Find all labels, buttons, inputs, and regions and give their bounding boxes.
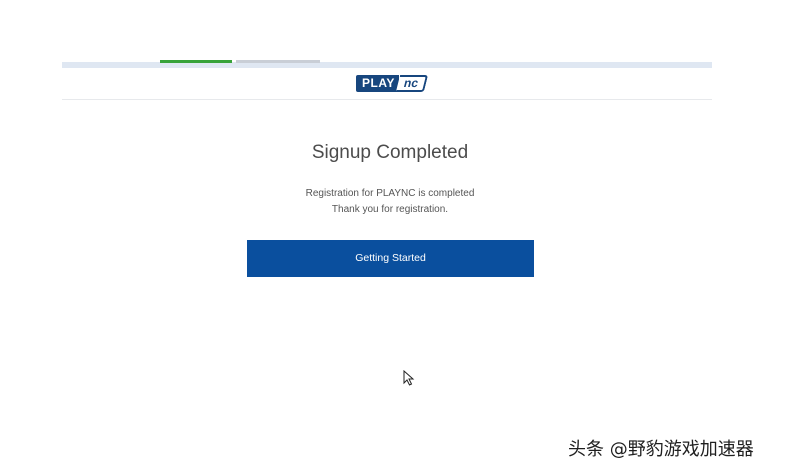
registration-message: Registration for PLAYNC is completed	[305, 188, 475, 199]
header-divider	[62, 99, 712, 100]
logo-play-text: PLAY	[356, 75, 399, 92]
page-title: Signup Completed	[311, 142, 469, 163]
plaync-logo[interactable]: PLAY nc	[356, 75, 429, 92]
progress-step-completed	[160, 60, 232, 63]
thank-you-message: Thank you for registration.	[331, 204, 449, 215]
logo-nc-text: nc	[395, 75, 429, 92]
watermark-text: 头条 @野豹游戏加速器	[568, 439, 754, 460]
progress-step-pending	[236, 60, 320, 63]
mouse-pointer-icon	[403, 370, 415, 386]
getting-started-button[interactable]: Getting Started	[247, 240, 534, 277]
